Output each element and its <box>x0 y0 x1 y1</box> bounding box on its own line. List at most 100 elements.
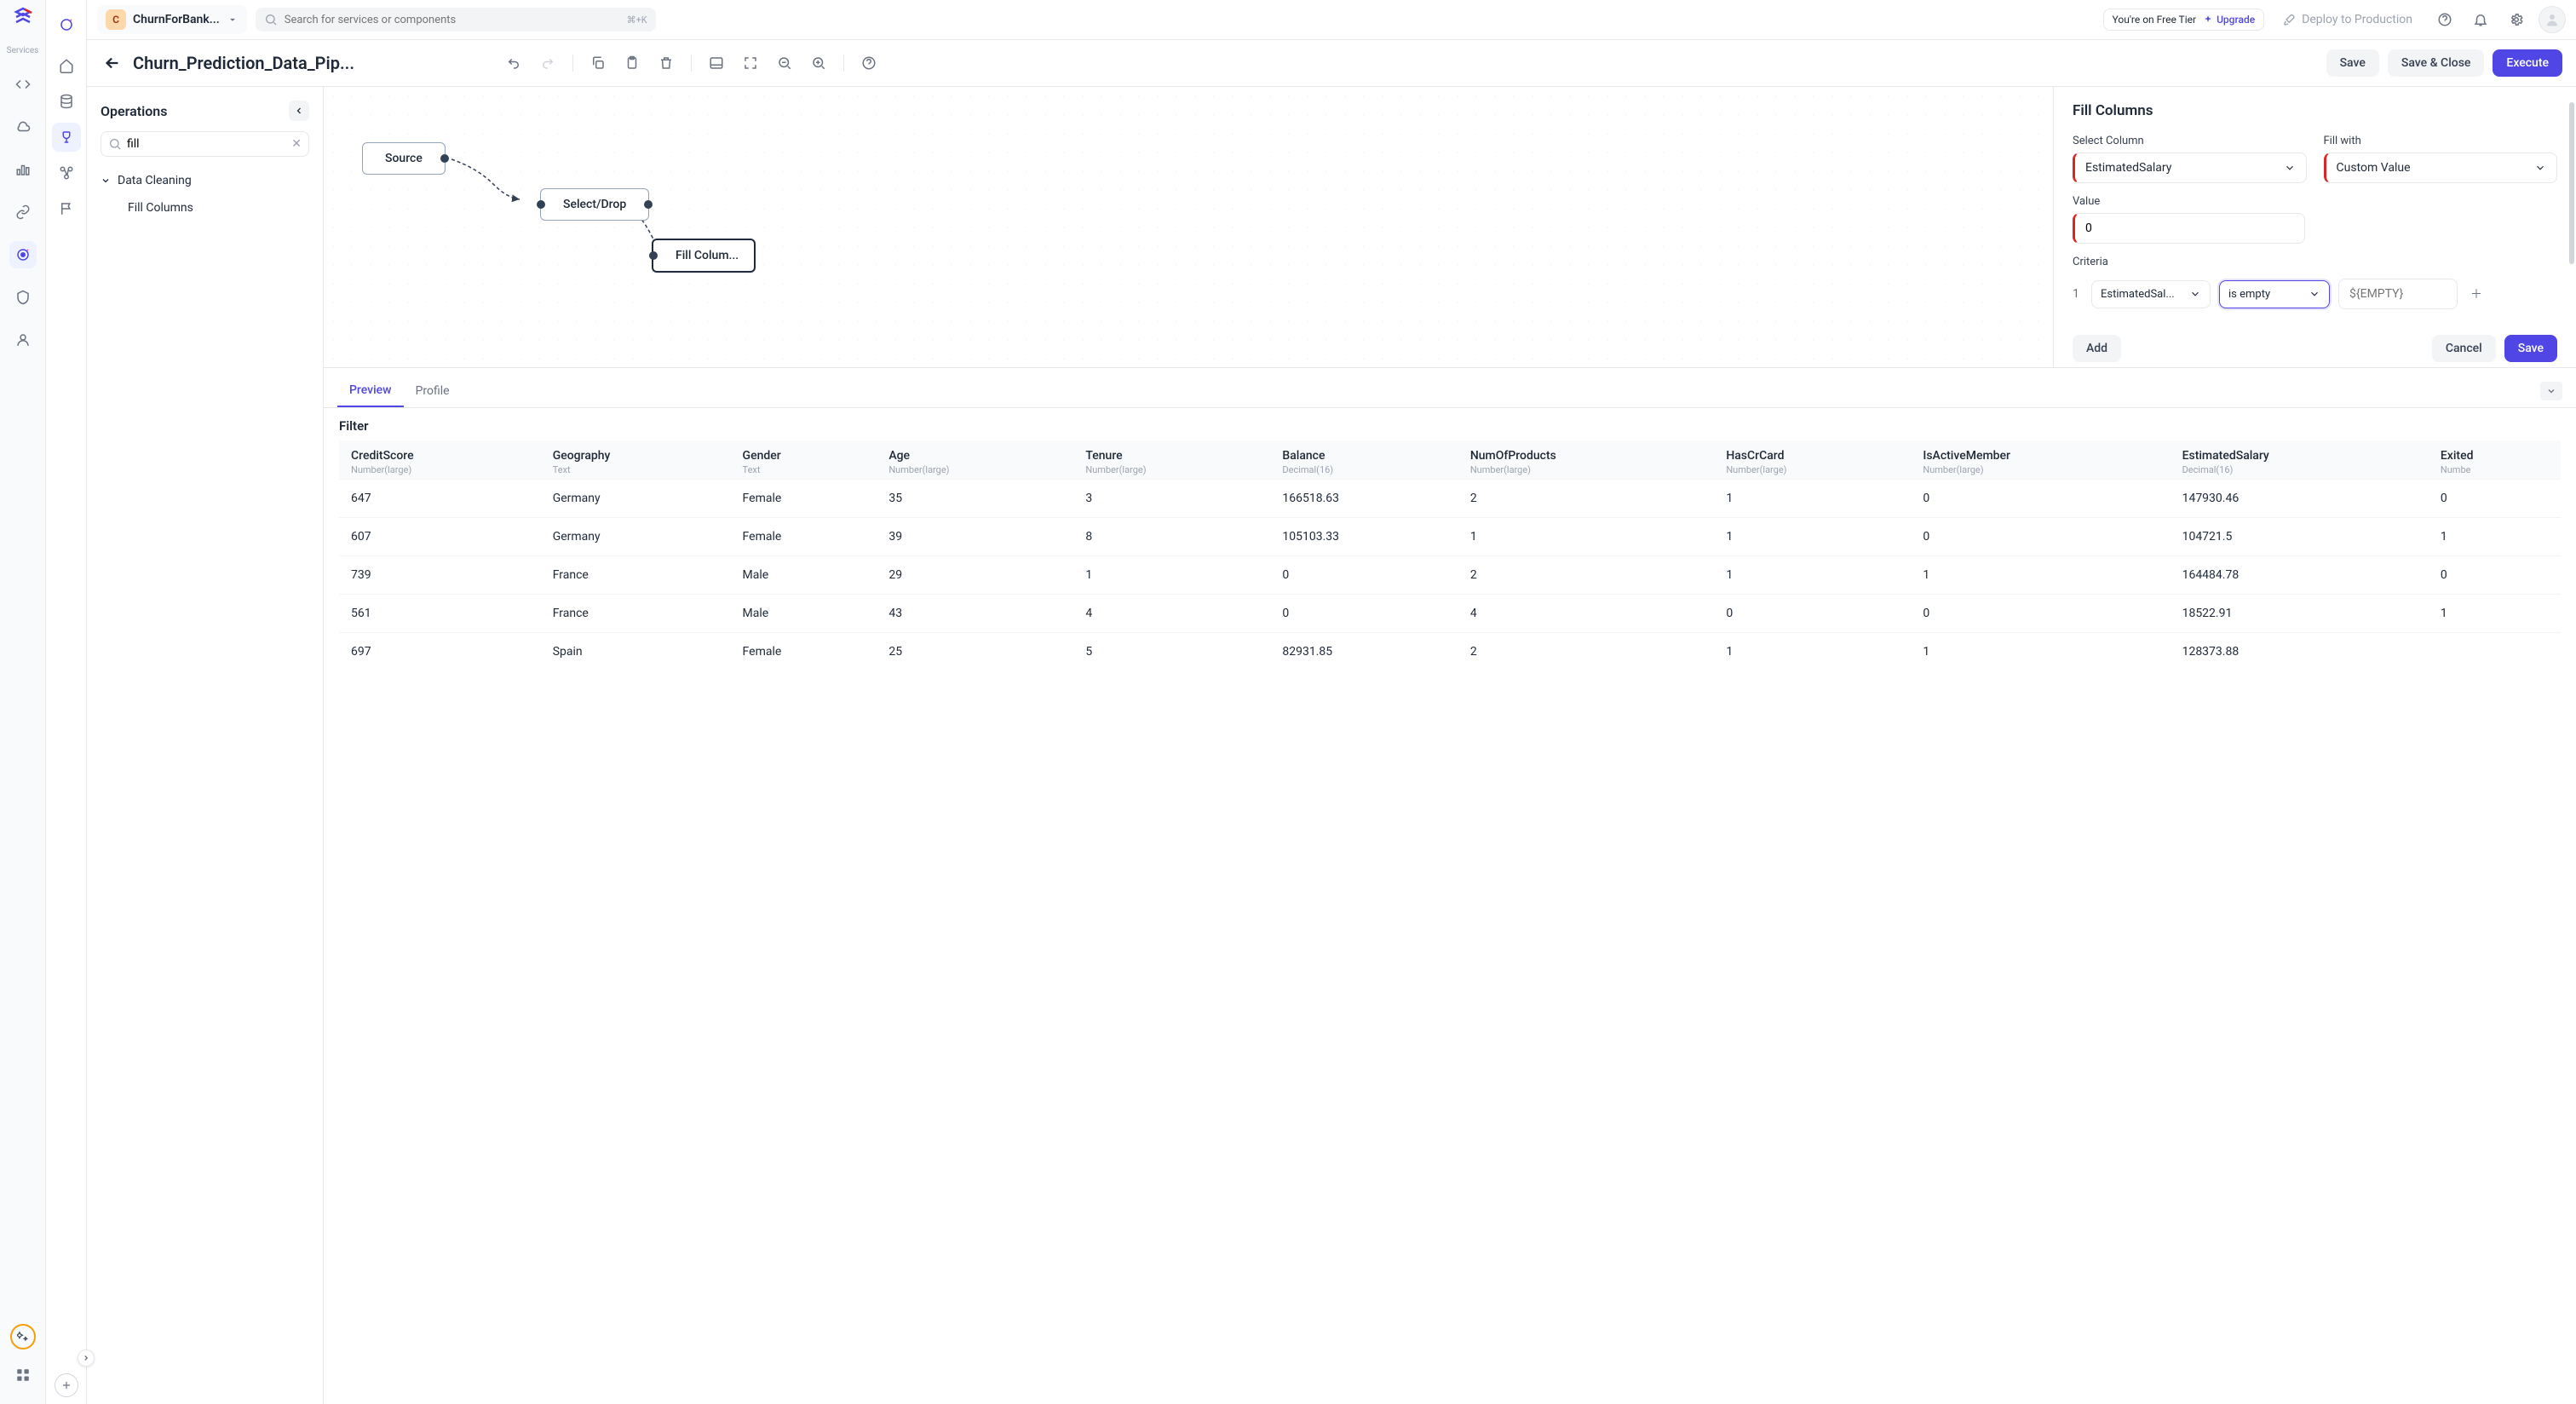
criteria-column-dropdown[interactable]: EstimatedSal... <box>2091 280 2211 308</box>
table-header[interactable]: AgeNumber(large) <box>877 440 1073 480</box>
tree-item-fill-columns[interactable]: Fill Columns <box>87 194 323 222</box>
config-save-button[interactable]: Save <box>2504 335 2557 362</box>
help-icon[interactable] <box>2431 6 2458 33</box>
table-header[interactable]: CreditScoreNumber(large) <box>339 440 541 480</box>
zoom-in-button[interactable] <box>804 49 833 78</box>
chevron-down-icon <box>2534 162 2546 174</box>
select-column-dropdown[interactable]: EstimatedSalary <box>2073 152 2307 183</box>
pipeline-canvas[interactable]: Source Select/Drop Fill Colum... <box>324 87 2053 367</box>
execute-button[interactable]: Execute <box>2493 49 2562 77</box>
node-source[interactable]: Source <box>362 142 446 175</box>
node-fill-columns[interactable]: Fill Colum... <box>652 239 756 273</box>
value-input[interactable] <box>2073 213 2305 244</box>
deploy-link[interactable]: Deploy to Production <box>2283 13 2412 26</box>
save-close-button[interactable]: Save & Close <box>2388 49 2485 77</box>
config-scrollbar[interactable] <box>2569 102 2574 352</box>
tab-preview[interactable]: Preview <box>337 375 404 407</box>
flag-icon[interactable] <box>52 194 81 223</box>
port-out[interactable] <box>440 154 449 163</box>
rail-analytics-icon[interactable] <box>9 156 37 183</box>
collapse-panel-button[interactable] <box>289 101 309 121</box>
table-cell: 647 <box>339 480 541 518</box>
layout-button[interactable] <box>702 49 731 78</box>
fullscreen-button[interactable] <box>736 49 765 78</box>
rail-pipeline-icon[interactable] <box>9 241 37 268</box>
tree-group-data-cleaning[interactable]: Data Cleaning <box>87 167 323 194</box>
table-cell: 43 <box>877 595 1073 633</box>
add-button[interactable] <box>55 1373 78 1397</box>
table-header[interactable]: EstimatedSalaryDecimal(16) <box>2171 440 2429 480</box>
fill-with-dropdown[interactable]: Custom Value <box>2324 152 2558 183</box>
save-button[interactable]: Save <box>2326 49 2379 77</box>
paste-button[interactable] <box>618 49 647 78</box>
table-header[interactable]: GenderText <box>731 440 877 480</box>
criteria-value-input[interactable] <box>2338 279 2458 309</box>
table-cell: 4 <box>1073 595 1270 633</box>
config-title: Fill Columns <box>2073 102 2557 119</box>
table-cell: 0 <box>1270 556 1458 595</box>
table-cell: 561 <box>339 595 541 633</box>
rail-code-icon[interactable] <box>9 71 37 98</box>
port-out[interactable] <box>644 200 653 209</box>
table-header[interactable]: HasCrCardNumber(large) <box>1714 440 1911 480</box>
operations-search[interactable]: ✕ <box>101 131 309 157</box>
nodes-icon[interactable] <box>52 158 81 187</box>
avatar[interactable] <box>2539 6 2566 33</box>
upgrade-button[interactable]: Upgrade <box>2203 14 2255 26</box>
table-cell: 1 <box>1714 556 1911 595</box>
table-header[interactable]: BalanceDecimal(16) <box>1270 440 1458 480</box>
org-name: ChurnForBank... <box>133 13 220 26</box>
flyout-toggle-icon[interactable] <box>78 1349 95 1367</box>
search-input[interactable] <box>285 14 620 26</box>
table-row: 607GermanyFemale398105103.33110104721.51 <box>339 518 2561 556</box>
table-cell: 164484.78 <box>2171 556 2429 595</box>
table-header[interactable]: ExitedNumbe <box>2429 440 2561 480</box>
tab-profile[interactable]: Profile <box>404 376 462 406</box>
help-toolbar-icon[interactable] <box>854 49 883 78</box>
flow-icon[interactable] <box>52 123 81 152</box>
table-header[interactable]: NumOfProductsNumber(large) <box>1458 440 1715 480</box>
undo-button[interactable] <box>499 49 528 78</box>
database-icon[interactable] <box>52 87 81 116</box>
far-left-rail: Services <box>0 0 46 1404</box>
criteria-row: 1 EstimatedSal... is empty ＋ <box>2073 279 2557 309</box>
rail-magic-icon[interactable] <box>10 1324 36 1349</box>
node-select-drop[interactable]: Select/Drop <box>540 188 649 221</box>
bell-icon[interactable] <box>2467 6 2494 33</box>
rail-security-icon[interactable] <box>9 284 37 311</box>
add-criteria-button[interactable]: ＋ <box>2466 285 2487 302</box>
rail-apps-icon[interactable] <box>9 1361 37 1389</box>
config-panel: Fill Columns Select Column EstimatedSala… <box>2053 87 2576 367</box>
org-selector[interactable]: C ChurnForBank... <box>97 5 247 34</box>
copy-button[interactable] <box>584 49 612 78</box>
clear-search-icon[interactable]: ✕ <box>291 137 302 151</box>
rail-top-icon[interactable] <box>52 10 81 39</box>
tier-text: You're on Free Tier <box>2113 14 2197 26</box>
table-header[interactable]: GeographyText <box>541 440 731 480</box>
rail-link-icon[interactable] <box>9 199 37 226</box>
rail-user-icon[interactable] <box>9 326 37 354</box>
redo-button[interactable] <box>533 49 562 78</box>
global-search[interactable]: ⌘+K <box>256 8 656 32</box>
fill-with-label: Fill with <box>2324 135 2558 147</box>
table-header[interactable]: TenureNumber(large) <box>1073 440 1270 480</box>
add-button[interactable]: Add <box>2073 335 2121 362</box>
table-cell: Male <box>731 595 877 633</box>
delete-button[interactable] <box>652 49 681 78</box>
table-cell: Female <box>731 633 877 671</box>
zoom-out-button[interactable] <box>770 49 799 78</box>
preview-table-wrap[interactable]: CreditScoreNumber(large)GeographyTextGen… <box>324 440 2576 1404</box>
gear-icon[interactable] <box>2503 6 2530 33</box>
table-cell: 5 <box>1073 633 1270 671</box>
operations-search-input[interactable] <box>127 137 286 151</box>
criteria-op-dropdown[interactable]: is empty <box>2219 280 2330 308</box>
port-in[interactable] <box>537 200 545 209</box>
rail-cloud-icon[interactable] <box>9 113 37 141</box>
home-icon[interactable] <box>52 51 81 80</box>
table-header[interactable]: IsActiveMemberNumber(large) <box>1911 440 2170 480</box>
back-button[interactable] <box>101 51 124 75</box>
cancel-button[interactable]: Cancel <box>2432 335 2496 362</box>
port-in[interactable] <box>649 251 658 260</box>
expand-preview-button[interactable] <box>2540 382 2562 400</box>
document-title: Churn_Prediction_Data_Pip... <box>133 53 354 73</box>
